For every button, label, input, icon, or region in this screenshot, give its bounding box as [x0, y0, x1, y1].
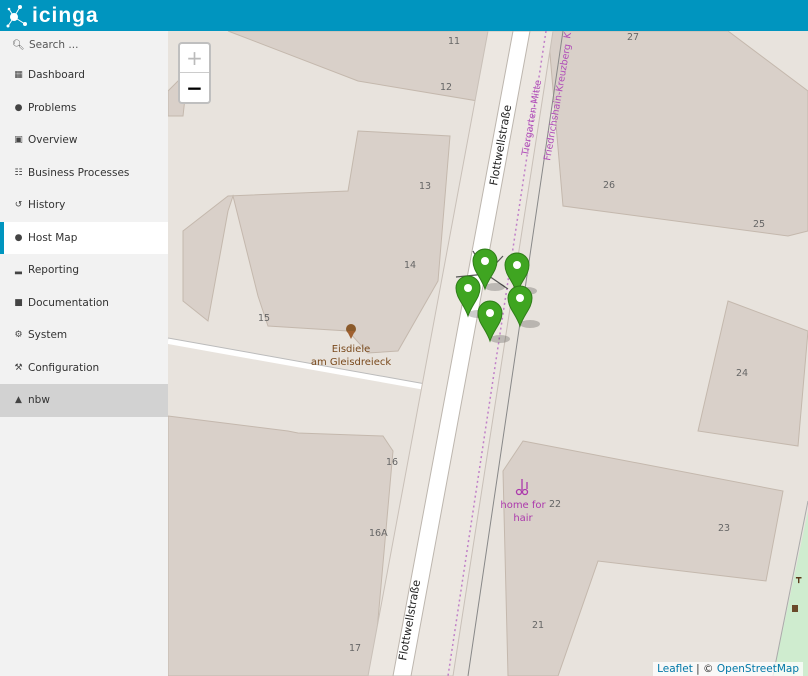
- sidebar-item-label: Problems: [28, 101, 77, 114]
- sidebar-item-configuration[interactable]: ⚒ Configuration: [0, 352, 168, 385]
- marker-layer: [455, 248, 540, 343]
- osm-link[interactable]: OpenStreetMap: [717, 663, 799, 675]
- sidebar-item-label: Reporting: [28, 264, 80, 277]
- search-placeholder: Search ...: [29, 39, 79, 51]
- sidebar-item-label: Configuration: [28, 361, 100, 374]
- sidebar-item-label: System: [28, 329, 68, 342]
- zoom-control: + −: [178, 42, 211, 104]
- problems-icon: ●: [14, 102, 23, 113]
- zoom-out-button[interactable]: −: [180, 73, 209, 102]
- leaflet-link[interactable]: Leaflet: [657, 663, 693, 675]
- attribution-separator: | ©: [692, 663, 717, 675]
- wrench-icon: ⚒: [14, 362, 23, 373]
- user-icon: ▲: [15, 395, 22, 406]
- search-icon: 🔍︎: [12, 39, 25, 51]
- sidebar-item-host-map[interactable]: ● Host Map: [0, 221, 168, 254]
- sidebar-item-label: History: [28, 199, 66, 212]
- logo-text: icinga: [32, 4, 99, 27]
- sidebar-item-documentation[interactable]: ■ Documentation: [0, 287, 168, 320]
- logo-mark-icon: [6, 5, 27, 28]
- sidebar-item-history[interactable]: ↺ History: [0, 189, 168, 222]
- sidebar-item-problems[interactable]: ● Problems: [0, 92, 168, 125]
- dashboard-icon: ▦: [14, 70, 23, 81]
- zoom-in-button[interactable]: +: [180, 44, 209, 73]
- top-bar: icinga: [0, 0, 808, 31]
- sidebar-item-reporting[interactable]: ▂ Reporting: [0, 254, 168, 287]
- sidebar-item-label: Business Processes: [28, 166, 130, 179]
- cogs-icon: ⚙: [14, 330, 23, 341]
- sidebar: 🔍︎ Search ... ▦ Dashboard ● Problems ▣ O…: [0, 31, 168, 676]
- sidebar-item-label: Dashboard: [28, 69, 85, 82]
- reporting-icon: ▂: [15, 265, 22, 276]
- history-icon: ↺: [14, 200, 23, 211]
- search-input[interactable]: 🔍︎ Search ...: [0, 31, 168, 59]
- sidebar-item-business-processes[interactable]: ☷ Business Processes: [0, 157, 168, 190]
- sidebar-item-overview[interactable]: ▣ Overview: [0, 124, 168, 157]
- sidebar-item-user[interactable]: ▲ nbw: [0, 384, 168, 417]
- globe-icon: ●: [14, 232, 23, 243]
- sidebar-item-dashboard[interactable]: ▦ Dashboard: [0, 59, 168, 92]
- overview-icon: ▣: [14, 135, 23, 146]
- sitemap-icon: ☷: [14, 167, 23, 178]
- sidebar-item-label: Overview: [28, 134, 78, 147]
- sidebar-item-label: nbw: [28, 394, 50, 407]
- sidebar-item-label: Documentation: [28, 296, 109, 309]
- book-icon: ■: [14, 297, 23, 308]
- sidebar-item-system[interactable]: ⚙ System: [0, 319, 168, 352]
- sidebar-item-label: Host Map: [28, 231, 78, 244]
- icinga-logo[interactable]: icinga: [6, 3, 99, 29]
- map-attribution: Leaflet | © OpenStreetMap: [653, 662, 803, 676]
- host-marker[interactable]: [477, 300, 510, 343]
- host-map[interactable]: Flottwellstraße Flottwellstraße Tiergart…: [168, 31, 808, 676]
